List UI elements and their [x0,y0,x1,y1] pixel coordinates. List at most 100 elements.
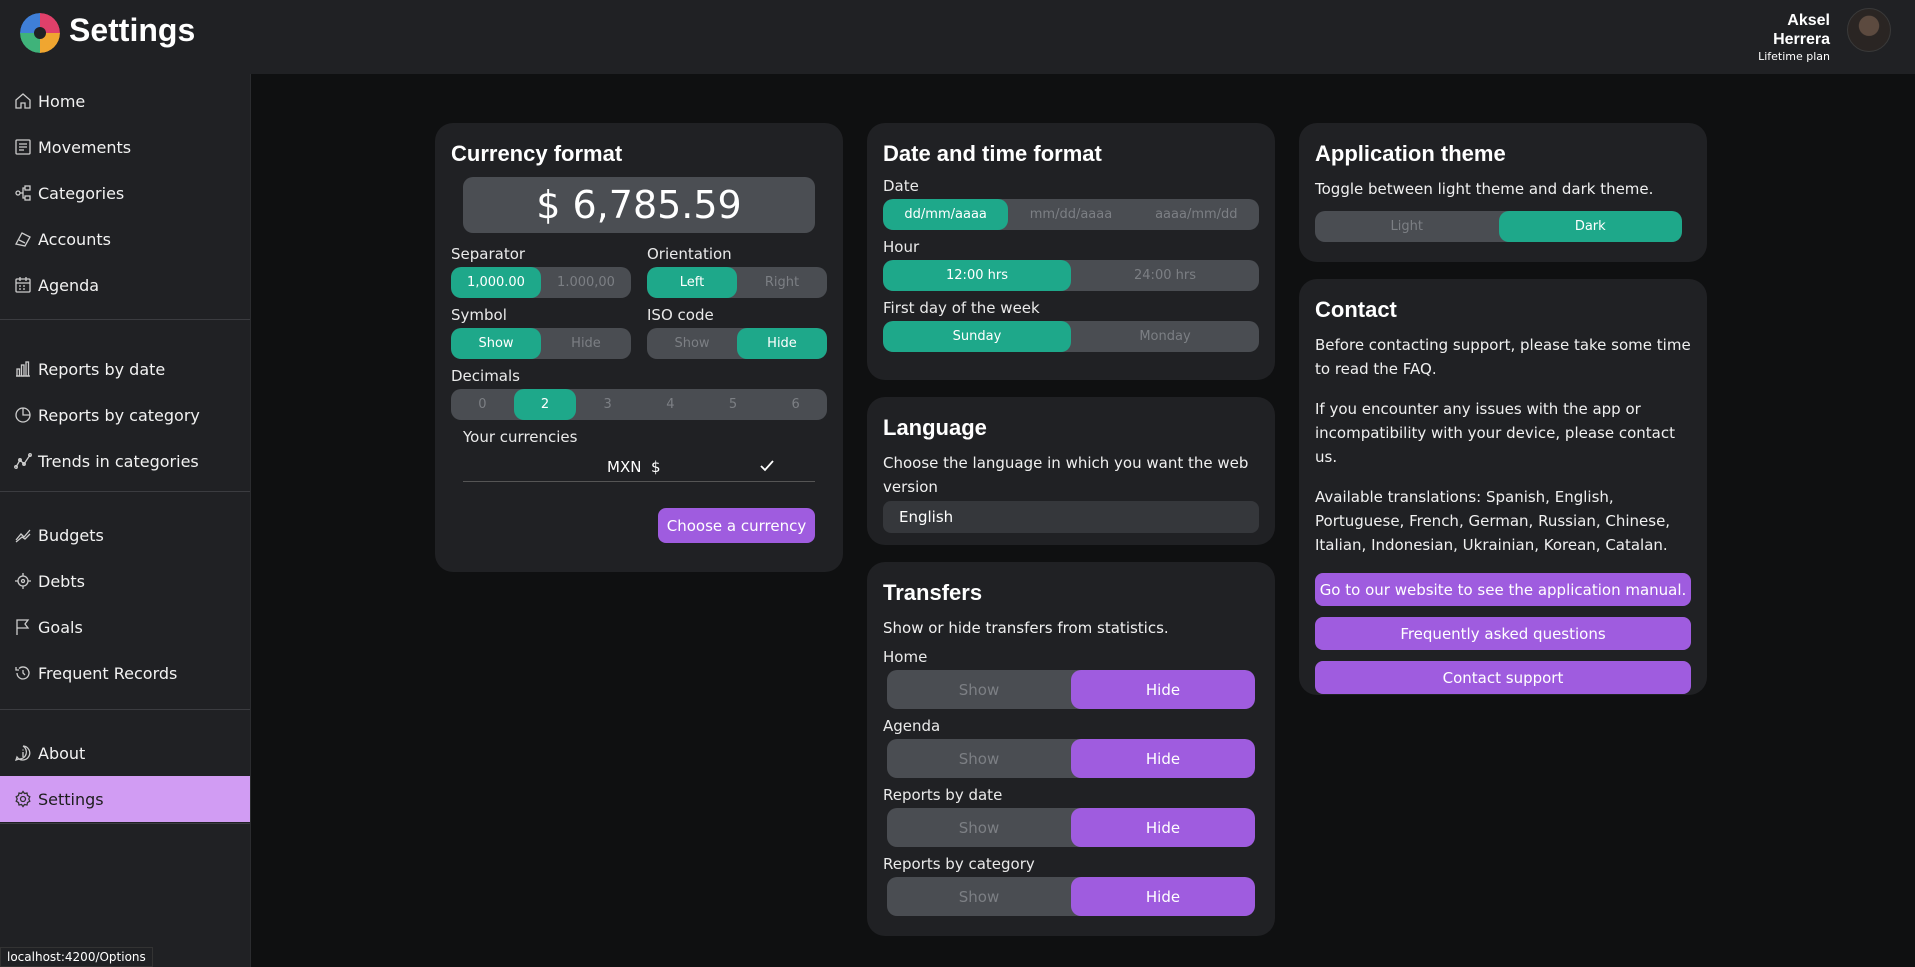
transfers-reports-category-show[interactable]: Show [887,877,1071,916]
transfers-reports-category-hide[interactable]: Hide [1071,877,1255,916]
hour-label: Hour [883,238,920,256]
sidebar-item-movements[interactable]: Movements [0,124,250,170]
theme-card: Application theme Toggle between light t… [1299,123,1707,262]
transfers-agenda-show[interactable]: Show [887,739,1071,778]
nav-group-reports: Reports by date Reports by category Tren… [0,320,250,492]
orientation-toggle: Left Right [647,267,827,298]
date-option-ddmmaaaa[interactable]: dd/mm/aaaa [883,199,1009,230]
decimals-option-3[interactable]: 3 [576,389,639,420]
first-day-option-monday[interactable]: Monday [1071,321,1259,352]
symbol-label: Symbol [451,306,507,324]
manual-website-button[interactable]: Go to our website to see the application… [1315,573,1691,606]
sidebar-item-settings[interactable]: Settings [0,776,250,822]
categories-icon [14,184,32,202]
transfers-home-show[interactable]: Show [887,670,1071,709]
orientation-option-left[interactable]: Left [647,267,737,298]
debt-icon [14,572,32,590]
currency-list-item[interactable]: MXN $ [463,452,815,482]
sidebar-item-trends-in-categories[interactable]: Trends in categories [0,438,250,484]
decimals-option-5[interactable]: 5 [702,389,765,420]
budget-icon [14,526,32,544]
transfers-reports-date-label: Reports by date [883,786,1003,804]
transfers-reports-category-toggle: Show Hide [887,877,1255,916]
decimals-option-6[interactable]: 6 [764,389,827,420]
sidebar-item-frequent-records[interactable]: Frequent Records [0,650,250,696]
orientation-label: Orientation [647,245,732,263]
language-selected-value: English [899,508,954,526]
avatar[interactable] [1847,8,1891,52]
sidebar-item-home[interactable]: Home [0,78,250,124]
sidebar-item-reports-by-category[interactable]: Reports by category [0,392,250,438]
sidebar-item-label: Goals [38,617,83,637]
sidebar-item-budgets[interactable]: Budgets [0,512,250,558]
theme-title: Application theme [1315,141,1506,166]
first-day-option-sunday[interactable]: Sunday [883,321,1071,352]
top-bar: Settings Aksel Herrera Lifetime plan [0,0,1915,74]
hour-option-12[interactable]: 12:00 hrs [883,260,1071,291]
home-icon [14,92,32,110]
choose-currency-button[interactable]: Choose a currency [658,508,815,543]
separator-option-comma[interactable]: 1,000.00 [451,267,541,298]
app-logo-icon [20,13,60,53]
faq-button[interactable]: Frequently asked questions [1315,617,1691,650]
language-select[interactable]: English [883,501,1259,533]
sidebar-item-reports-by-date[interactable]: Reports by date [0,346,250,392]
theme-option-light[interactable]: Light [1315,211,1499,242]
symbol-option-show[interactable]: Show [451,328,541,359]
transfers-home-hide[interactable]: Hide [1071,670,1255,709]
info-icon [14,744,32,762]
decimals-option-4[interactable]: 4 [639,389,702,420]
date-format-toggle: dd/mm/aaaa mm/dd/aaaa aaaa/mm/dd [883,199,1259,230]
contact-support-button[interactable]: Contact support [1315,661,1691,694]
iso-option-hide[interactable]: Hide [737,328,827,359]
theme-toggle: Light Dark [1315,211,1682,242]
decimals-option-2[interactable]: 2 [513,389,577,420]
orientation-option-right[interactable]: Right [737,267,827,298]
sidebar-item-label: Reports by date [38,359,166,379]
sidebar-item-label: About [38,743,86,763]
separator-label: Separator [451,245,526,263]
sidebar-item-debts[interactable]: Debts [0,558,250,604]
status-url: localhost:4200/Options [0,947,153,967]
pie-chart-icon [14,406,32,424]
iso-option-show[interactable]: Show [647,328,737,359]
decimals-option-0[interactable]: 0 [451,389,514,420]
sidebar-item-label: Debts [38,571,85,591]
transfers-reports-date-show[interactable]: Show [887,808,1071,847]
language-title: Language [883,415,987,440]
separator-toggle: 1,000.00 1.000,00 [451,267,631,298]
contact-paragraph-faq: Before contacting support, please take s… [1315,336,1691,378]
date-option-aaaammdd[interactable]: aaaa/mm/dd [1134,199,1259,230]
transfers-card: Transfers Show or hide transfers from st… [867,562,1275,936]
date-option-mmddaaaa[interactable]: mm/dd/aaaa [1008,199,1133,230]
sidebar-item-label: Accounts [38,229,111,249]
decimals-label: Decimals [451,367,520,385]
sidebar-item-agenda[interactable]: Agenda [0,262,250,308]
user-info[interactable]: Aksel Herrera Lifetime plan [1758,11,1830,65]
sidebar-item-label: Settings [38,789,104,809]
language-description: Choose the language in which you want th… [883,454,1249,496]
transfers-reports-date-hide[interactable]: Hide [1071,808,1255,847]
trend-icon [14,452,32,470]
sidebar-item-accounts[interactable]: Accounts [0,216,250,262]
sidebar-item-goals[interactable]: Goals [0,604,250,650]
nav-group-main: Home Movements Categories Accounts Agend… [0,74,250,320]
transfers-agenda-hide[interactable]: Hide [1071,739,1255,778]
hour-option-24[interactable]: 24:00 hrs [1071,260,1259,291]
bar-chart-icon [14,360,32,378]
decimals-toggle: 0 2 3 4 5 6 [451,389,827,420]
contact-paragraph-translations: Available translations: Spanish, English… [1315,488,1671,554]
your-currencies-label: Your currencies [463,428,578,446]
currency-symbol: $ [651,457,661,476]
sidebar-item-categories[interactable]: Categories [0,170,250,216]
currency-preview: $ 6,785.59 [463,177,815,233]
user-plan: Lifetime plan [1758,50,1830,63]
transfers-title: Transfers [883,580,983,605]
calendar-icon [14,276,32,294]
user-first-name: Aksel [1787,12,1830,29]
iso-code-toggle: Show Hide [647,328,827,359]
theme-option-dark[interactable]: Dark [1498,211,1682,242]
symbol-option-hide[interactable]: Hide [541,328,631,359]
separator-option-dot[interactable]: 1.000,00 [541,267,631,298]
sidebar-item-about[interactable]: About [0,730,250,776]
